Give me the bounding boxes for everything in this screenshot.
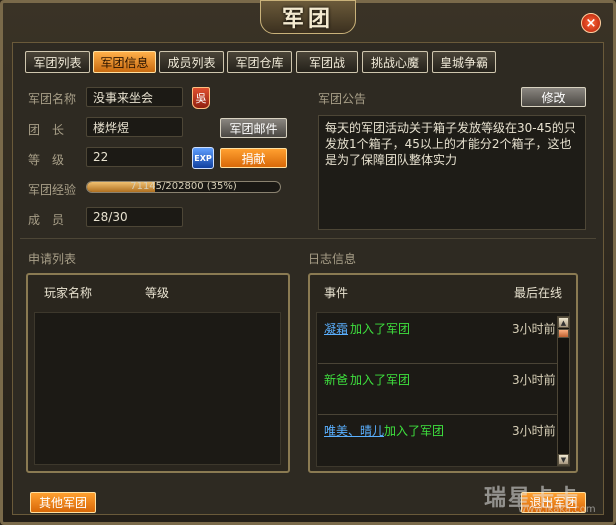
log-scrollbar[interactable]: ▲ ▼ xyxy=(557,316,570,466)
close-button[interactable]: × xyxy=(581,13,601,33)
log-action: 加入了军团 xyxy=(350,373,411,387)
log-player-link[interactable]: 唯美、晴儿 xyxy=(324,422,384,439)
tab-guild-war[interactable]: 军团战 xyxy=(296,51,358,73)
log-row: 唯美、晴儿 加入了军团 3小时前 xyxy=(318,418,558,466)
scroll-thumb[interactable] xyxy=(558,329,569,338)
exp-progress-bar: 71145/202800 (35%) xyxy=(86,181,281,193)
col-event: 事件 xyxy=(324,286,349,300)
guild-name-label: 军团名称 xyxy=(28,92,77,106)
exp-label: 军团经验 xyxy=(28,183,77,197)
notice-label: 军团公告 xyxy=(318,92,367,106)
level-field: 22 xyxy=(86,147,183,167)
col-player-name: 玩家名称 xyxy=(44,286,93,300)
watermark-url: www.ikaka.com xyxy=(518,504,596,515)
col-last-online: 最后在线 xyxy=(514,286,563,300)
tab-challenge-demon[interactable]: 挑战心魔 xyxy=(362,51,428,73)
tab-imperial-contest[interactable]: 皇城争霸 xyxy=(432,51,496,73)
log-player-name: 新爸 xyxy=(324,373,349,387)
level-label: 等 级 xyxy=(28,153,65,167)
guild-name-field: 没事来坐会 xyxy=(86,87,183,107)
tab-guild-warehouse[interactable]: 军团仓库 xyxy=(227,51,292,73)
leader-label: 团 长 xyxy=(28,123,65,137)
donate-button[interactable]: 捐献 xyxy=(220,148,287,168)
section-divider xyxy=(20,238,596,239)
exp-icon[interactable]: EXP xyxy=(192,147,214,169)
log-action: 加入了军团 xyxy=(384,424,445,438)
scroll-up-icon[interactable]: ▲ xyxy=(558,317,569,328)
guild-mail-button[interactable]: 军团邮件 xyxy=(220,118,287,138)
members-label: 成 员 xyxy=(28,213,65,227)
members-field: 28/30 xyxy=(86,207,183,227)
applications-list[interactable] xyxy=(34,312,281,465)
guild-badge-icon[interactable]: 吳 xyxy=(192,87,210,109)
log-row: 新爸 加入了军团 3小时前 xyxy=(318,367,558,415)
leader-field: 楼烨煜 xyxy=(86,117,183,137)
log-row: 凝霜 加入了军团 3小时前 xyxy=(318,316,558,364)
tab-guild-info[interactable]: 军团信息 xyxy=(93,51,156,73)
edit-notice-button[interactable]: 修改 xyxy=(521,87,586,107)
exp-progress-text: 71145/202800 (35%) xyxy=(130,181,237,192)
col-level: 等级 xyxy=(145,286,170,300)
log-time: 3小时前 xyxy=(512,373,556,387)
notice-text: 每天的军团活动关于箱子发放等级在30-45的只发放1个箱子，45以上的才能分2个… xyxy=(318,115,586,230)
log-action: 加入了军团 xyxy=(350,322,411,336)
other-guilds-button[interactable]: 其他军团 xyxy=(30,492,96,513)
tab-member-list[interactable]: 成员列表 xyxy=(159,51,224,73)
tab-guild-list[interactable]: 军团列表 xyxy=(25,51,90,73)
log-time: 3小时前 xyxy=(512,322,556,336)
applications-label: 申请列表 xyxy=(28,252,77,266)
log-time: 3小时前 xyxy=(512,424,556,438)
log-label: 日志信息 xyxy=(308,252,357,266)
log-player-link[interactable]: 凝霜 xyxy=(324,320,348,337)
scroll-down-icon[interactable]: ▼ xyxy=(558,454,569,465)
window-title: 军团 xyxy=(260,0,356,34)
